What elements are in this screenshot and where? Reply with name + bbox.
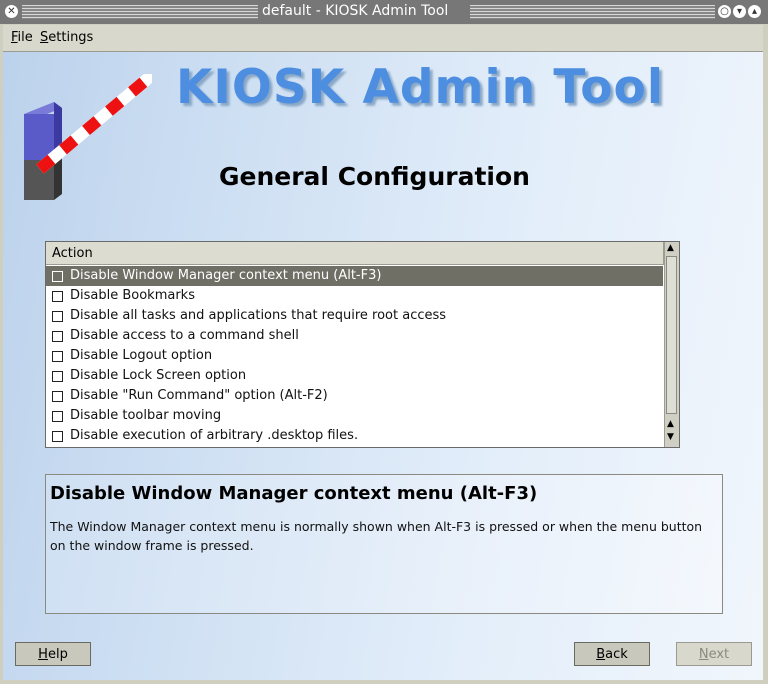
description-panel: Disable Window Manager context menu (Alt… (45, 474, 723, 614)
checkbox[interactable] (52, 291, 63, 302)
title-bar-stripes-left (22, 5, 258, 19)
list-scrollbar[interactable]: ▲ ▲ ▼ (664, 242, 679, 447)
checkbox[interactable] (52, 391, 63, 402)
checkbox[interactable] (52, 271, 63, 282)
kiosk-barrier-logo-icon (24, 74, 152, 200)
list-item[interactable]: Disable toolbar moving (46, 406, 663, 426)
menu-settings[interactable]: Settings (40, 30, 93, 45)
page-subtitle: General Configuration (219, 162, 530, 191)
list-item[interactable]: Disable Logout option (46, 346, 663, 366)
checkbox[interactable] (52, 311, 63, 322)
list-item[interactable]: Disable execution of arbitrary .desktop … (46, 426, 663, 446)
minimize-icon[interactable]: ▾ (733, 5, 746, 18)
scroll-down-arrow-icon[interactable]: ▼ (667, 432, 674, 442)
help-button[interactable]: Help (15, 642, 91, 666)
menu-bar: File Settings (3, 25, 763, 52)
list-item[interactable]: Disable "Run Command" option (Alt-F2) (46, 386, 663, 406)
next-button[interactable]: Next (676, 642, 752, 666)
list-item[interactable]: Disable Lock Screen option (46, 366, 663, 386)
action-list[interactable]: Action Disable Window Manager context me… (45, 241, 680, 448)
checkbox[interactable] (52, 431, 63, 442)
list-item[interactable]: Disable access to a command shell (46, 326, 663, 346)
back-button[interactable]: Back (574, 642, 650, 666)
checkbox[interactable] (52, 351, 63, 362)
list-item[interactable]: Disable all tasks and applications that … (46, 306, 663, 326)
list-header-action[interactable]: Action (46, 242, 664, 265)
menu-file[interactable]: File (11, 30, 33, 45)
title-bar-stripes-right (470, 5, 715, 19)
list-item[interactable]: Disable Bookmarks (46, 286, 663, 306)
description-text: The Window Manager context menu is norma… (50, 519, 703, 553)
checkbox[interactable] (52, 371, 63, 382)
scrollbar-thumb[interactable] (666, 256, 677, 414)
window-menu-icon[interactable]: ✕ (5, 5, 18, 18)
checkbox[interactable] (52, 331, 63, 342)
checkbox[interactable] (52, 411, 63, 422)
maximize-icon[interactable]: ▴ (748, 5, 761, 18)
description-title: Disable Window Manager context menu (Alt… (50, 483, 538, 504)
shade-icon[interactable]: ○ (718, 5, 731, 18)
title-bar[interactable]: ✕ default - KIOSK Admin Tool ○ ▾ ▴ (0, 0, 768, 25)
window-title: default - KIOSK Admin Tool (262, 3, 449, 19)
scroll-up-arrow-icon[interactable]: ▲ (667, 419, 674, 429)
scroll-up-arrow-icon[interactable]: ▲ (667, 243, 674, 253)
list-item[interactable]: Disable Window Manager context menu (Alt… (46, 266, 663, 286)
banner-title: KIOSK Admin Tool (176, 60, 664, 115)
